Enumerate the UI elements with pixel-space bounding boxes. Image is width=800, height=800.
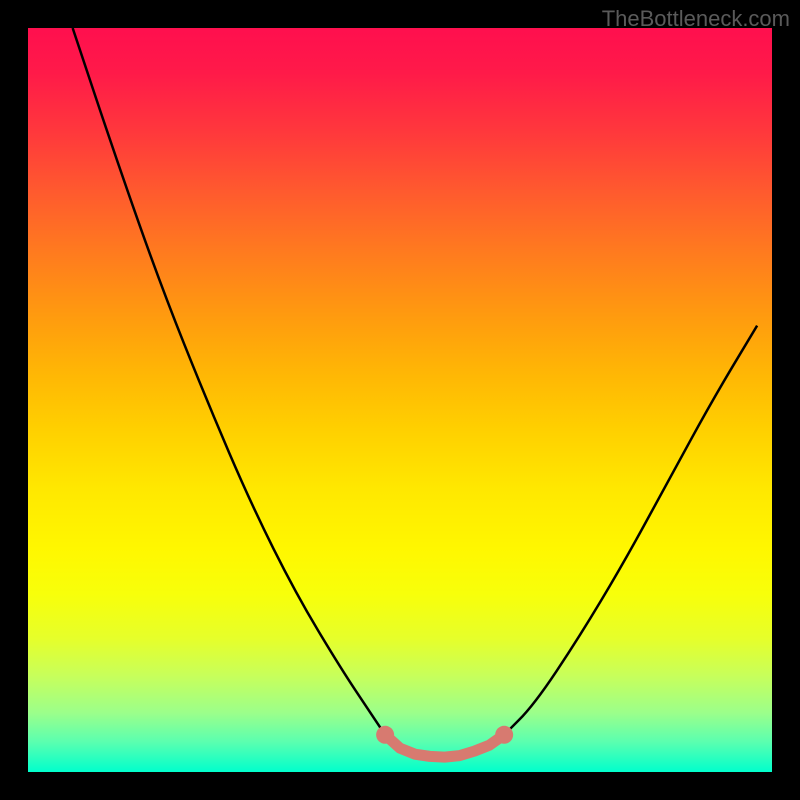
chart-svg <box>28 28 772 772</box>
attribution-text: TheBottleneck.com <box>602 6 790 32</box>
right-curve <box>504 326 757 735</box>
valley-marker-line <box>385 735 504 757</box>
left-curve <box>73 28 385 735</box>
plot-area <box>28 28 772 772</box>
valley-marker-dot <box>495 726 513 744</box>
valley-marker-dot <box>376 726 394 744</box>
